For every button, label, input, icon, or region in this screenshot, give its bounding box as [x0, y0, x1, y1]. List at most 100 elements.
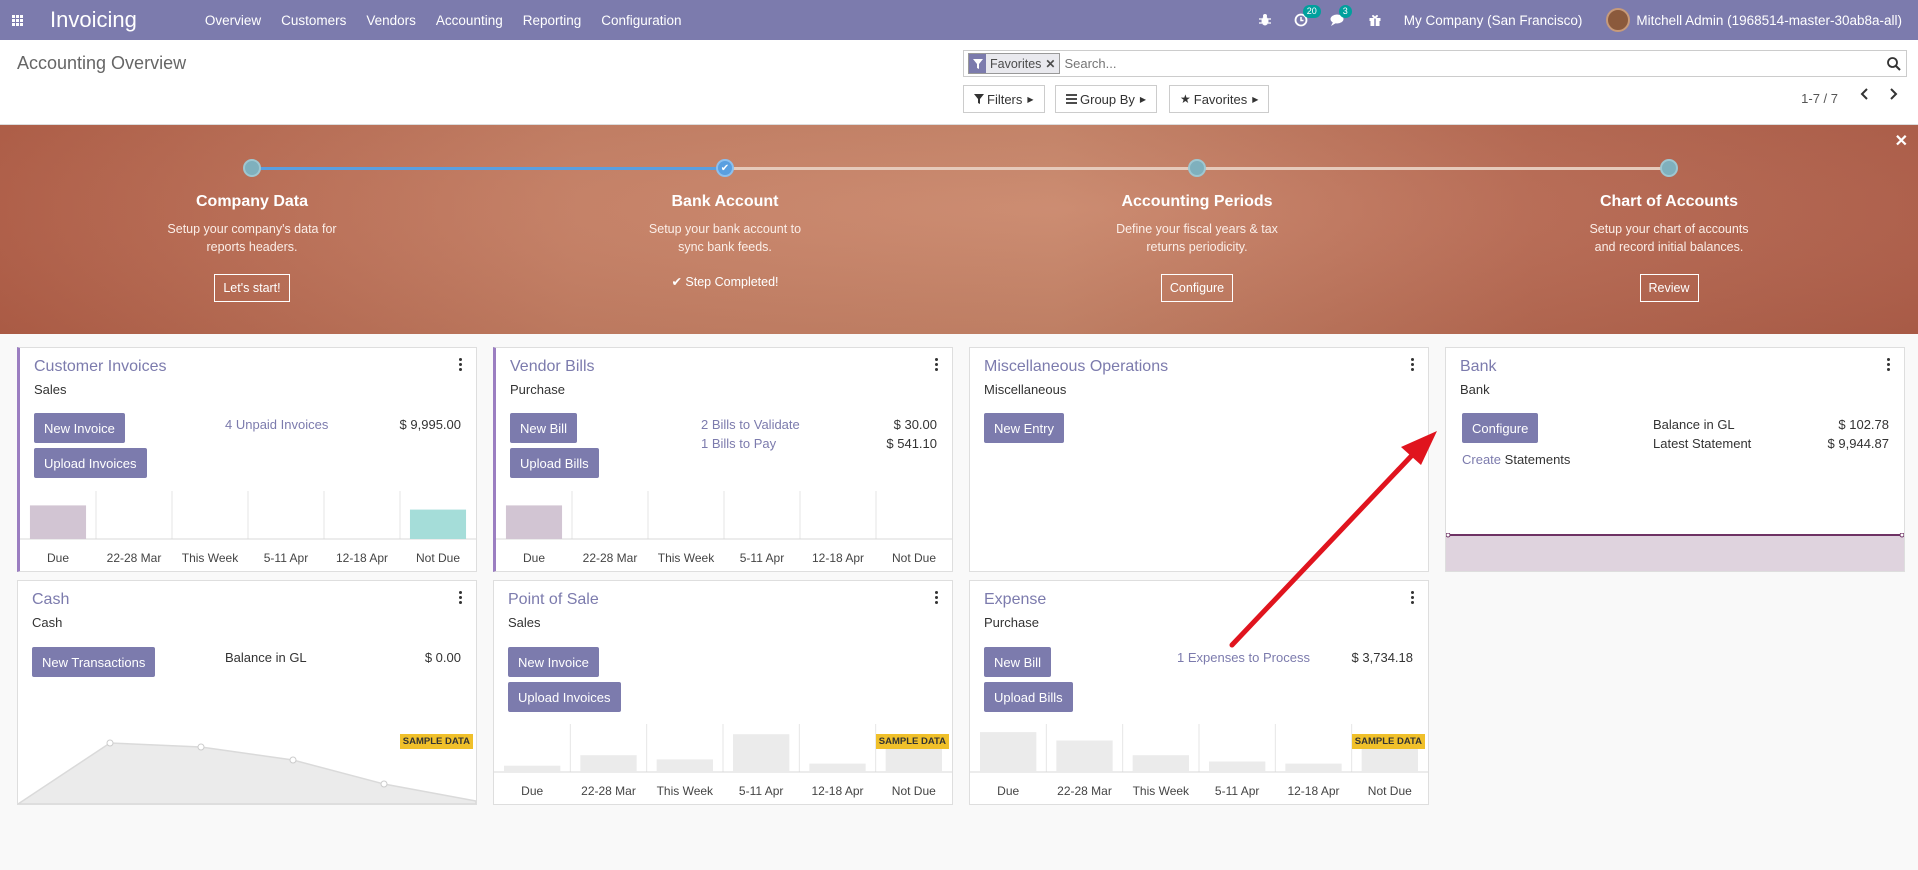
- menu-vendors[interactable]: Vendors: [356, 13, 426, 28]
- kebab-menu-icon[interactable]: [1887, 358, 1890, 371]
- step-company-data: Company Data Setup your company's data f…: [122, 193, 382, 302]
- expenses-to-process-link[interactable]: 1 Expenses to Process: [1177, 650, 1310, 665]
- activity-clock-icon[interactable]: 20: [1294, 5, 1321, 27]
- menu-overview[interactable]: Overview: [195, 13, 271, 28]
- graph-x-labels: Due 22-28 Mar This Week 5-11 Apr 12-18 A…: [494, 784, 952, 798]
- menu-configuration[interactable]: Configuration: [591, 13, 691, 28]
- x-label: Due: [522, 551, 545, 565]
- x-label: 12-18 Apr: [811, 551, 865, 565]
- graph-bar: [29, 505, 87, 539]
- unpaid-amount: $ 9,995.00: [399, 417, 461, 432]
- step-dot-bank-check-icon: ✔: [716, 159, 734, 177]
- kebab-menu-icon[interactable]: [1411, 358, 1414, 371]
- step-bank-account: Bank Account Setup your bank account to …: [595, 193, 855, 289]
- card-subtitle: Cash: [32, 615, 63, 630]
- upload-bills-button[interactable]: Upload Bills: [984, 682, 1073, 712]
- step-title: Bank Account: [671, 193, 779, 210]
- pager-value[interactable]: 1-7 / 7: [1801, 91, 1838, 106]
- search-icon[interactable]: [1882, 56, 1906, 71]
- x-label: This Week: [657, 551, 715, 565]
- bills-to-validate-link[interactable]: 2 Bills to Validate: [701, 417, 800, 432]
- kebab-menu-icon[interactable]: [935, 591, 938, 604]
- filter-funnel-icon: [969, 54, 986, 73]
- company-switcher[interactable]: My Company (San Francisco): [1404, 13, 1583, 28]
- upload-invoices-button[interactable]: Upload Invoices: [508, 682, 621, 712]
- control-panel: Accounting Overview Favorites ✕ Filters …: [0, 40, 1918, 125]
- x-label: Due: [521, 784, 544, 798]
- caret-right-icon: ▶: [1139, 94, 1147, 104]
- group-by-button[interactable]: Group By ▶: [1055, 85, 1158, 113]
- step-title: Accounting Periods: [1121, 193, 1273, 210]
- pager-previous-icon[interactable]: [1860, 88, 1870, 103]
- close-banner-icon[interactable]: ✕: [1895, 131, 1908, 151]
- new-transactions-button[interactable]: New Transactions: [32, 647, 156, 677]
- pager-next-icon[interactable]: [1888, 88, 1898, 103]
- step-completed-label: Step Completed!: [685, 275, 779, 289]
- graph-bar: [980, 732, 1037, 772]
- statements-label: Statements: [1504, 452, 1571, 467]
- create-statements-link[interactable]: Create: [1462, 452, 1501, 467]
- star-icon: ★: [1180, 92, 1191, 106]
- search-input[interactable]: [1064, 53, 1882, 74]
- user-menu[interactable]: Mitchell Admin (1968514-master-30ab8a-al…: [1636, 13, 1902, 28]
- configure-periods-button[interactable]: Configure: [1160, 274, 1234, 302]
- step-description: Setup your chart of accounts and record …: [1589, 222, 1749, 254]
- x-label: Not Due: [891, 551, 937, 565]
- x-label: 12-18 Apr: [811, 784, 864, 798]
- messages-chat-icon[interactable]: 3: [1330, 5, 1352, 27]
- graph-bar: [1209, 761, 1266, 772]
- lets-start-button[interactable]: Let's start!: [214, 274, 290, 302]
- graph-bar: [1056, 740, 1113, 772]
- new-invoice-button[interactable]: New Invoice: [508, 647, 599, 677]
- debug-bug-icon[interactable]: [1258, 13, 1272, 27]
- card-title[interactable]: Point of Sale: [508, 591, 599, 609]
- new-bill-button[interactable]: New Bill: [984, 647, 1051, 677]
- sample-data-badge: SAMPLE DATA: [399, 734, 473, 749]
- gift-icon[interactable]: [1368, 13, 1382, 27]
- menu-customers[interactable]: Customers: [271, 13, 356, 28]
- latest-statement-label: Latest Statement: [1653, 436, 1752, 451]
- step-dot-periods: [1188, 159, 1206, 177]
- kebab-menu-icon[interactable]: [459, 358, 462, 371]
- create-statements-row: Create Statements: [1462, 452, 1570, 467]
- graph-bar: [1361, 748, 1418, 772]
- apps-menu-icon[interactable]: [0, 0, 34, 40]
- menu-reporting[interactable]: Reporting: [513, 13, 592, 28]
- configure-bank-button[interactable]: Configure: [1462, 413, 1539, 443]
- user-avatar[interactable]: [1606, 8, 1631, 32]
- facet-remove-icon[interactable]: ✕: [1045, 57, 1059, 71]
- graph-bar: [504, 765, 561, 772]
- list-bars-icon: [1066, 94, 1077, 104]
- favorites-button[interactable]: ★ Favorites ▶: [1169, 85, 1270, 113]
- graph-x-labels: Due 22-28 Mar This Week 5-11 Apr 12-18 A…: [20, 551, 476, 565]
- card-title[interactable]: Customer Invoices: [34, 358, 167, 376]
- kebab-menu-icon[interactable]: [935, 358, 938, 371]
- bills-to-pay-link[interactable]: 1 Bills to Pay: [701, 436, 776, 451]
- review-button[interactable]: Review: [1639, 274, 1699, 302]
- card-title[interactable]: Vendor Bills: [510, 358, 595, 376]
- card-title[interactable]: Bank: [1460, 358, 1496, 376]
- upload-bills-button[interactable]: Upload Bills: [510, 448, 599, 478]
- menu-accounting[interactable]: Accounting: [426, 13, 513, 28]
- step-description: Define your fiscal years & tax returns p…: [1116, 222, 1278, 254]
- top-navbar: Invoicing Overview Customers Vendors Acc…: [0, 0, 1918, 40]
- unpaid-invoices-link[interactable]: 4 Unpaid Invoices: [225, 417, 328, 432]
- card-title[interactable]: Cash: [32, 591, 69, 609]
- new-entry-button[interactable]: New Entry: [984, 413, 1064, 443]
- step-description: Setup your bank account to sync bank fee…: [648, 222, 802, 254]
- messages-badge: 3: [1338, 5, 1352, 18]
- card-subtitle: Purchase: [510, 382, 565, 397]
- card-title[interactable]: Miscellaneous Operations: [984, 358, 1168, 376]
- filters-button[interactable]: Filters ▶: [963, 85, 1045, 113]
- app-name: Invoicing: [50, 7, 137, 32]
- card-title[interactable]: Expense: [984, 591, 1046, 609]
- annotation-arrow: [1229, 431, 1437, 648]
- caret-right-icon: ▶: [1252, 94, 1259, 104]
- new-invoice-button[interactable]: New Invoice: [34, 413, 125, 443]
- card-subtitle: Sales: [508, 615, 541, 630]
- card-subtitle: Sales: [34, 382, 67, 397]
- new-bill-button[interactable]: New Bill: [510, 413, 577, 443]
- upload-invoices-button[interactable]: Upload Invoices: [34, 448, 147, 478]
- kebab-menu-icon[interactable]: [459, 591, 462, 604]
- x-label: Not Due: [891, 784, 936, 798]
